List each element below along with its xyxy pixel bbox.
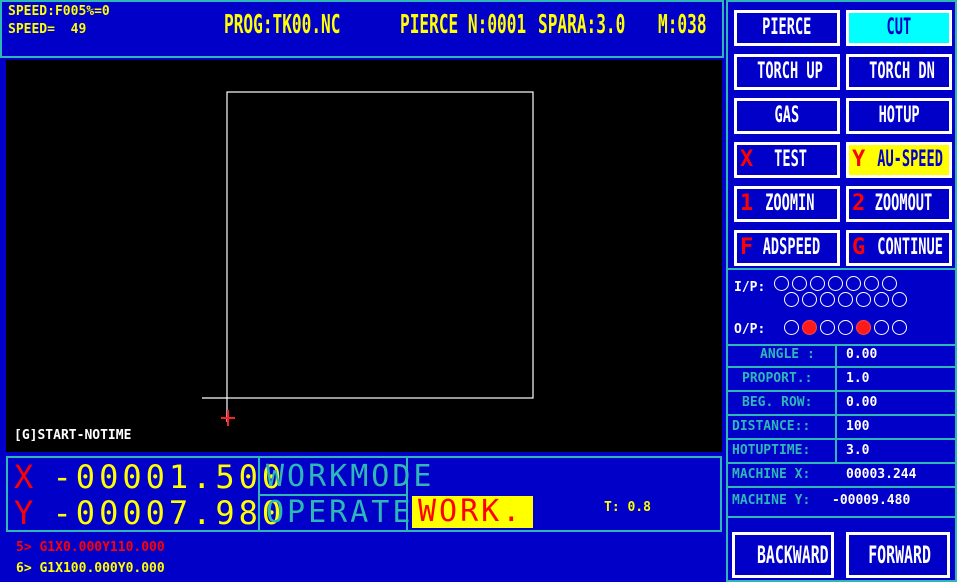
forward-button[interactable]: FORWARD	[846, 532, 950, 578]
param-hotup-time: HOTUPTIME: 3.0	[728, 440, 955, 464]
key-hint-y: Y	[852, 147, 866, 172]
program-line-current: 6> G1X100.000Y0.000	[16, 561, 165, 576]
input-lamp-row1	[846, 276, 861, 291]
control-panel: PIERCE CUT TORCH UP TORCH DN GAS HOTUP X…	[726, 0, 957, 582]
status-bar: SPEED:F005%=0 SPEED= 49 PROG:TK00.NC PIE…	[0, 0, 724, 58]
input-lamp-row1	[810, 276, 825, 291]
param-proportion: PROPORT.: 1.0	[728, 368, 955, 392]
continue-button[interactable]: G CONTINUE	[846, 230, 952, 266]
toolpath-drawing	[202, 91, 534, 426]
y-axis-value: -00007.980	[52, 494, 286, 532]
input-lamp-row2	[892, 292, 907, 307]
auto-speed-button[interactable]: Y AU-SPEED	[846, 142, 952, 178]
param-distance: DISTANCE:: 100	[728, 416, 955, 440]
cut-button[interactable]: CUT	[846, 10, 952, 46]
input-lamp-row1	[864, 276, 879, 291]
test-button[interactable]: X TEST	[734, 142, 840, 178]
output-lamp-on	[802, 320, 817, 335]
input-lamp-row2	[784, 292, 799, 307]
key-hint-x: X	[740, 147, 754, 172]
operate-label: OPERATE	[266, 495, 414, 530]
work-status-badge: WORK.	[412, 496, 533, 528]
key-hint-g: G	[852, 235, 866, 260]
output-lamp-off	[820, 320, 835, 335]
speed-value: SPEED= 49	[8, 22, 87, 37]
hotup-button[interactable]: HOTUP	[846, 98, 952, 134]
program-line-prev: 5> G1X0.000Y110.000	[16, 540, 165, 555]
input-lamp-row1	[792, 276, 807, 291]
key-hint-1: 1	[740, 191, 754, 216]
y-coordinate-row: Y -00007.980	[14, 496, 285, 530]
pierce-button[interactable]: PIERCE	[734, 10, 840, 46]
output-lamp-off	[838, 320, 853, 335]
backward-button[interactable]: BACKWARD	[732, 532, 834, 578]
x-axis-value: -00001.500	[52, 458, 286, 496]
input-lamp-row2	[856, 292, 871, 307]
part-outline	[226, 91, 534, 399]
run-status-text: [G]START-NOTIME	[14, 428, 132, 443]
input-port-label: I/P:	[734, 280, 766, 295]
torch-up-button[interactable]: TORCH UP	[734, 54, 840, 90]
time-readout: T: 0.8	[604, 500, 651, 515]
zoom-out-button[interactable]: 2 ZOOMOUT	[846, 186, 952, 222]
output-port-label: O/P:	[734, 322, 766, 337]
input-lamp-row2	[874, 292, 889, 307]
key-hint-2: 2	[852, 191, 866, 216]
gas-button[interactable]: GAS	[734, 98, 840, 134]
speed-percent: SPEED:F005%=0	[8, 4, 110, 19]
cut-path-canvas[interactable]	[6, 60, 722, 452]
output-lamp-off	[892, 320, 907, 335]
param-machine-x: MACHINE X: 00003.244	[728, 464, 955, 488]
input-lamp-row2	[820, 292, 835, 307]
key-hint-f: F	[740, 235, 754, 260]
spara-value: SPARA:3.0	[538, 10, 626, 40]
x-coordinate-row: X -00001.500	[14, 460, 285, 494]
param-column-divider	[835, 344, 837, 462]
torch-down-button[interactable]: TORCH DN	[846, 54, 952, 90]
zoom-in-button[interactable]: 1 ZOOMIN	[734, 186, 840, 222]
output-lamp-off	[874, 320, 889, 335]
x-axis-label: X	[14, 458, 34, 496]
io-status-panel: I/P: O/P:	[728, 268, 955, 346]
input-lamp-row1	[828, 276, 843, 291]
coordinate-panel: X -00001.500 Y -00007.980 WORKMODE OPERA…	[6, 456, 722, 532]
param-angle: ANGLE : 0.00	[728, 344, 955, 368]
output-lamp-on	[856, 320, 871, 335]
input-lamp-row2	[802, 292, 817, 307]
output-lamp-off	[784, 320, 799, 335]
program-listing: 5> G1X0.000Y110.000 6> G1X100.000Y0.000	[6, 536, 722, 582]
input-lamp-row1	[882, 276, 897, 291]
program-name: PROG:TK00.NC	[224, 10, 341, 40]
param-begin-row: BEG. ROW: 0.00	[728, 392, 955, 416]
m-code: M:038	[658, 10, 707, 40]
input-lamp-row1	[774, 276, 789, 291]
input-lamp-row2	[838, 292, 853, 307]
pierce-number: PIERCE N:0001	[400, 10, 527, 40]
work-mode-label: WORKMODE	[266, 459, 435, 494]
param-machine-y: MACHINE Y: -00009.480	[728, 488, 955, 518]
adjust-speed-button[interactable]: F ADSPEED	[734, 230, 840, 266]
y-axis-label: Y	[14, 494, 34, 532]
